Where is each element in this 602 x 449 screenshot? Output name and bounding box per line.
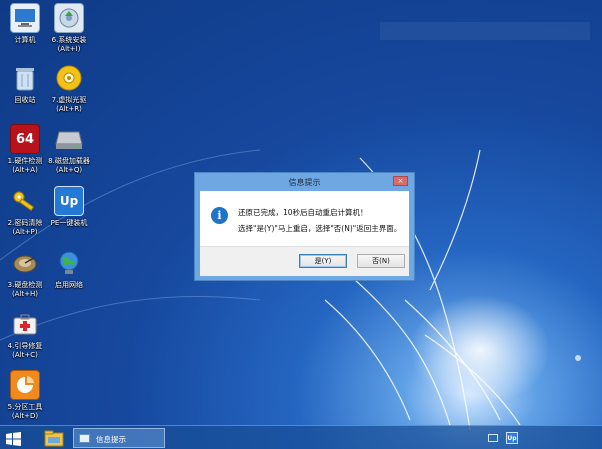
info-dialog: 信息提示 × i 还原已完成，10秒后自动重启计算机！ 选择"是(Y)"马上重启… <box>194 172 415 281</box>
partition-tool-icon <box>10 370 40 400</box>
desktop-icon-partition[interactable]: 5.分区工具 (Alt+D) <box>0 370 54 428</box>
tray-up-icon[interactable]: Up <box>506 432 518 444</box>
disk-loader-icon <box>54 124 84 154</box>
computer-icon <box>10 3 40 33</box>
disk-check-icon <box>10 248 40 278</box>
tray-keyboard-icon[interactable] <box>488 434 498 442</box>
first-aid-kit-icon <box>10 309 40 339</box>
dialog-content: i 还原已完成，10秒后自动重启计算机！ 选择"是(Y)"马上重启，选择"否(N… <box>200 191 409 276</box>
taskbar: 信息提示 Up <box>0 425 602 449</box>
dialog-footer: 是(Y) 否(N) <box>200 246 409 276</box>
desktop-icon-sys-install[interactable]: 6.系统安装 (Alt+I) <box>40 3 98 61</box>
no-button[interactable]: 否(N) <box>357 254 405 268</box>
desktop-icon-pe-install[interactable]: Up PE一键装机 <box>40 186 98 244</box>
desktop-icon-virtual-drive[interactable]: 7.虚拟光驱 (Alt+R) <box>40 63 98 121</box>
desktop-icon-label: 回收站 <box>14 96 36 104</box>
desktop-icon-label: 4.引导修复 (Alt+C) <box>7 342 43 359</box>
desktop-icon-network[interactable]: 启用网络 <box>40 248 98 306</box>
install-disc-icon <box>54 3 84 33</box>
virtual-drive-icon <box>54 63 84 93</box>
desktop-icon-label: PE一键装机 <box>50 219 88 227</box>
desktop-icon-label: 1.硬件检测 (Alt+A) <box>7 157 43 174</box>
windows-start-icon[interactable] <box>6 431 21 446</box>
desktop-icon-label: 3.硬盘检测 (Alt+H) <box>7 281 43 298</box>
desktop-icon-label: 计算机 <box>14 36 36 44</box>
dialog-titlebar[interactable]: 信息提示 × <box>195 173 414 191</box>
taskbar-task-info-dialog[interactable]: 信息提示 <box>73 428 165 448</box>
dialog-title: 信息提示 <box>288 178 321 187</box>
desktop-icon-label: 5.分区工具 (Alt+D) <box>7 403 43 420</box>
desktop-icon-label: 6.系统安装 (Alt+I) <box>51 36 87 53</box>
yes-button[interactable]: 是(Y) <box>299 254 347 268</box>
close-button[interactable]: × <box>393 176 408 186</box>
recycle-bin-icon <box>10 63 40 93</box>
window-icon <box>79 434 90 443</box>
dialog-message-line1: 还原已完成，10秒后自动重启计算机！ <box>238 208 368 217</box>
desktop-icon-disk-loader[interactable]: 8.磁盘加载器 (Alt+Q) <box>40 124 98 182</box>
network-globe-icon <box>54 248 84 278</box>
key-icon <box>10 186 40 216</box>
pe-install-icon: Up <box>54 186 84 216</box>
taskbar-task-label: 信息提示 <box>96 435 126 444</box>
desktop-icon-label: 启用网络 <box>55 281 83 289</box>
desktop-icon-label: 7.虚拟光驱 (Alt+R) <box>51 96 87 113</box>
dialog-message-line2: 选择"是(Y)"马上重启，选择"否(N)"返回主界面。 <box>238 224 402 233</box>
desktop-icon-label: 8.磁盘加载器 (Alt+Q) <box>48 157 90 174</box>
hardware-detect-icon: 64 <box>10 124 40 154</box>
desktop-icon-label: 2.密码清除 (Alt+P) <box>7 219 43 236</box>
file-explorer-icon[interactable] <box>44 429 64 447</box>
desktop-icon-boot-repair[interactable]: 4.引导修复 (Alt+C) <box>0 309 54 367</box>
info-icon: i <box>211 207 228 224</box>
